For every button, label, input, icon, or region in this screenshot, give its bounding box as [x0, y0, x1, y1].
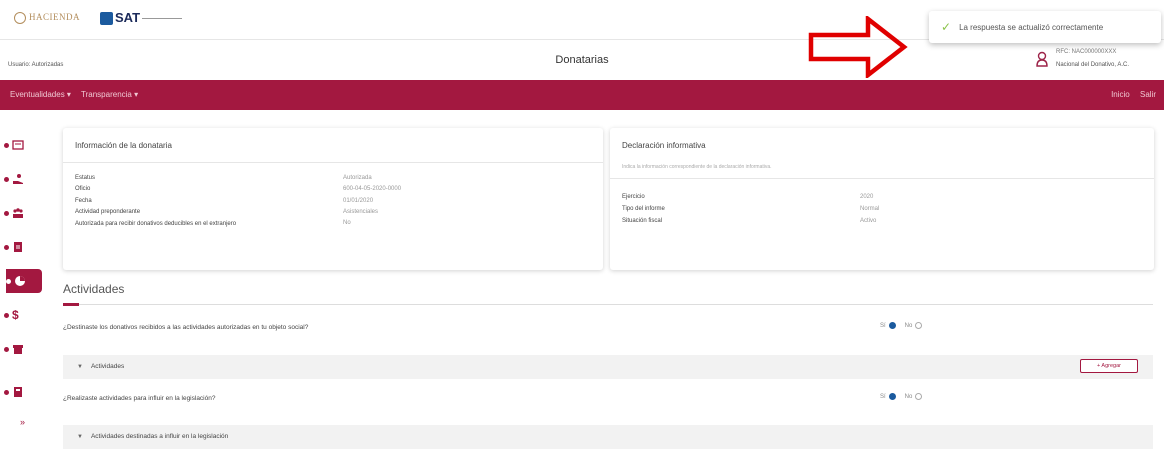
question-donativos: ¿Destinaste los donativos recibidos a la… [63, 324, 309, 331]
sidebar-item-group[interactable] [4, 201, 36, 225]
check-icon: ✓ [941, 20, 952, 34]
id-card-icon [12, 139, 24, 151]
chevron-down-icon: ▼ [77, 364, 83, 370]
box-icon [12, 343, 24, 355]
nav-salir[interactable]: Salir [1140, 90, 1156, 99]
user-rfc: RFC: NAC000000XXX [1056, 49, 1117, 55]
chevron-down-icon: ▼ [77, 434, 83, 440]
row-value: 01/01/2020 [343, 198, 374, 204]
user-info[interactable]: RFC: NAC000000XXX Nacional del Donativo,… [1036, 48, 1160, 74]
main-navbar: Eventualidades ▾ Transparencia ▾ Inicio … [0, 80, 1164, 110]
accordion-legislacion[interactable]: ▼ Actividades destinadas a influir en la … [63, 425, 1153, 449]
declaracion-info-card: Declaración informativa Indica la inform… [610, 128, 1154, 270]
hacienda-logo[interactable]: HACIENDA [14, 12, 80, 24]
radio-group-legislacion: Sí No [880, 393, 925, 400]
sub-header: Usuario: Autorizadas Donatarias RFC: NAC… [0, 40, 1164, 80]
card-title: Información de la donataria [75, 141, 172, 150]
radio-yes[interactable] [888, 322, 896, 329]
row-value: 2020 [860, 194, 874, 200]
row-value: Asistenciales [343, 209, 379, 215]
sidebar-item-book[interactable] [4, 380, 36, 404]
row-label: Estatus [75, 175, 96, 181]
sidebar-item-box[interactable] [4, 337, 36, 361]
success-toast: ✓ La respuesta se actualizó correctament… [929, 11, 1161, 43]
row-label: Tipo del informe [622, 206, 665, 212]
row-value: Normal [860, 206, 880, 212]
document-icon [12, 241, 24, 253]
row-label: Oficio [75, 186, 91, 192]
row-label: Autorizada para recibir donativos deduci… [75, 221, 237, 227]
toast-message: La respuesta se actualizó correctamente [959, 22, 1104, 32]
arrow-annotation-icon [808, 16, 908, 78]
radio-no[interactable] [915, 393, 923, 400]
pie-chart-icon [14, 275, 26, 287]
sidebar-item-pie-chart[interactable] [6, 269, 42, 293]
page-title: Donatarias [555, 54, 609, 66]
add-button[interactable]: + Agregar [1080, 359, 1138, 373]
section-title: Actividades [63, 282, 125, 296]
row-label: Actividad preponderante [75, 209, 141, 215]
menu-transparencia[interactable]: Transparencia ▾ [81, 90, 138, 99]
row-label: Ejercicio [622, 194, 645, 200]
donataria-info-card: Información de la donataria Estatus Auto… [63, 128, 603, 270]
row-value: Autorizada [343, 175, 372, 181]
menu-eventualidades[interactable]: Eventualidades ▾ [10, 90, 71, 99]
user-name: Nacional del Donativo, A.C. [1056, 62, 1130, 68]
user-icon [1036, 51, 1048, 67]
sat-grid-icon [100, 12, 113, 26]
row-value: 600-04-05-2020-0000 [343, 186, 402, 192]
group-icon [12, 207, 24, 219]
sidebar-item-donations[interactable] [4, 167, 36, 191]
card-title: Declaración informativa [622, 141, 706, 150]
question-legislacion: ¿Realizaste actividades para influir en … [63, 395, 216, 402]
nav-inicio[interactable]: Inicio [1111, 90, 1130, 99]
sidebar: $ » [0, 130, 46, 453]
sidebar-item-id-card[interactable] [4, 133, 36, 157]
row-label: Situación fiscal [622, 218, 663, 224]
collapse-sidebar-icon[interactable]: » [20, 417, 25, 427]
book-icon [12, 386, 24, 398]
sidebar-item-dollar[interactable]: $ [4, 303, 36, 327]
seal-icon [14, 12, 26, 24]
dollar-icon: $ [12, 308, 19, 322]
radio-group-donativos: Sí No [880, 322, 925, 329]
row-label: Fecha [75, 198, 92, 204]
card-subtitle: Indica la información correspondiente de… [622, 164, 772, 170]
hand-money-icon [12, 173, 24, 185]
sat-logo[interactable]: SAT [100, 10, 183, 26]
radio-no[interactable] [915, 322, 923, 329]
row-value: No [343, 220, 351, 226]
sidebar-item-document[interactable] [4, 235, 36, 259]
radio-yes[interactable] [888, 393, 896, 400]
row-value: Activo [860, 218, 877, 224]
accordion-actividades[interactable]: ▼ Actividades [63, 355, 1153, 379]
